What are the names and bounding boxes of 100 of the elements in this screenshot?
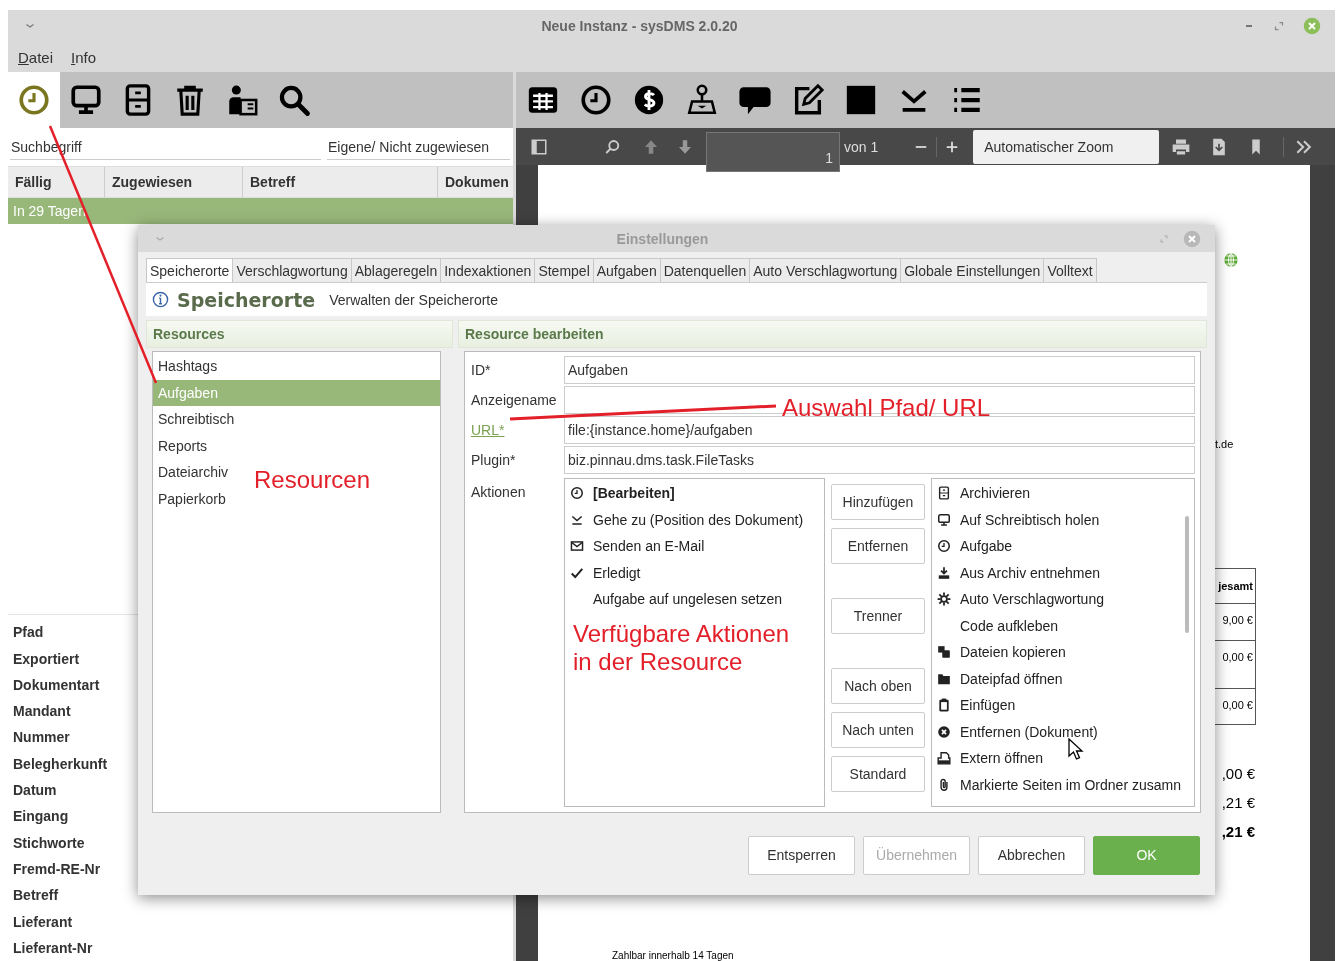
check-icon bbox=[570, 565, 584, 580]
action-button[interactable]: Nach oben bbox=[831, 668, 925, 704]
copy-icon bbox=[937, 645, 951, 660]
monitor-icon bbox=[937, 512, 951, 527]
annotation-label: Resourcen bbox=[254, 466, 371, 494]
list-item[interactable]: Archivieren bbox=[960, 485, 1031, 502]
dialog-button[interactable]: Entsperren bbox=[748, 835, 855, 875]
sidebar-icon[interactable] bbox=[530, 137, 548, 156]
clock-icon bbox=[17, 83, 51, 117]
list-item[interactable]: [Bearbeiten] bbox=[593, 485, 675, 502]
list-item[interactable]: Code aufkleben bbox=[960, 617, 1059, 634]
field-label: Eingang bbox=[13, 807, 70, 827]
list-item[interactable]: Einfügen bbox=[960, 697, 1016, 714]
text-field[interactable]: file:{instance.home}/aufgaben bbox=[564, 416, 1195, 444]
total-amount: ,00 € bbox=[1221, 765, 1255, 784]
clock-icon bbox=[570, 486, 584, 501]
field-label: Anzeigename bbox=[471, 392, 558, 408]
list-item[interactable]: Dateiarchiv bbox=[153, 459, 233, 486]
column-header[interactable]: Zugewiesen bbox=[105, 167, 243, 197]
group-header: Resources bbox=[146, 320, 453, 348]
clock-icon bbox=[937, 539, 951, 554]
dialog-button[interactable]: Abbrechen bbox=[978, 835, 1085, 875]
tab[interactable]: Aufgaben bbox=[592, 258, 661, 282]
scrollbar-thumb[interactable] bbox=[1185, 516, 1189, 633]
list-item[interactable]: Reports bbox=[153, 432, 212, 459]
field-label: ID* bbox=[471, 362, 492, 378]
arrow-down-icon[interactable] bbox=[676, 137, 694, 156]
action-button[interactable]: Hinzufügen bbox=[831, 484, 925, 520]
field-label: Dokumentart bbox=[13, 675, 101, 695]
menu-item[interactable]: Datei bbox=[18, 48, 54, 66]
list-item[interactable]: Aufgabe auf ungelesen setzen bbox=[593, 591, 783, 608]
field-label: Datum bbox=[13, 781, 58, 801]
action-button[interactable]: Trenner bbox=[831, 598, 925, 634]
tab[interactable]: Globale Einstellungen bbox=[900, 258, 1045, 282]
list-item[interactable]: Aufgabe bbox=[960, 538, 1013, 555]
page-heading: Speicherorte bbox=[177, 288, 316, 311]
tab[interactable]: Datenquellen bbox=[659, 258, 751, 282]
action-button[interactable]: Nach unten bbox=[831, 712, 925, 748]
tab[interactable]: Speicherorte bbox=[146, 258, 234, 282]
clipboard-icon bbox=[937, 698, 951, 713]
group-header: Resource bearbeiten bbox=[458, 320, 1207, 348]
field-label: Belegherkunft bbox=[13, 754, 109, 774]
field-label: Exportiert bbox=[13, 649, 81, 669]
text-field[interactable]: Aufgaben bbox=[564, 356, 1195, 384]
document-text: t.de bbox=[1215, 438, 1234, 450]
clock-icon bbox=[578, 83, 613, 117]
list-item[interactable]: Aus Archiv entnehmen bbox=[960, 564, 1101, 581]
window-title: Neue Instanz - sysDMS 2.0.20 bbox=[540, 18, 739, 34]
table-cell-text: In 29 Tagen bbox=[12, 202, 87, 221]
list-item[interactable]: Entfernen (Dokument) bbox=[960, 723, 1098, 740]
mail-icon bbox=[570, 539, 584, 554]
total-amount: ,21 € bbox=[1221, 794, 1255, 813]
list-item[interactable]: Senden an E-Mail bbox=[593, 538, 705, 555]
field-label: Aktionen bbox=[471, 483, 527, 502]
tab[interactable]: Verschlagwortung bbox=[232, 258, 352, 282]
list-item[interactable]: Dateien kopieren bbox=[960, 644, 1066, 661]
column-header[interactable]: Betreff bbox=[243, 167, 438, 197]
field-label: Stichworte bbox=[13, 833, 86, 853]
field-label: Fremd-RE-Nr bbox=[13, 859, 102, 879]
field-label: Lieferant bbox=[13, 912, 74, 932]
dialog-title: Einstellungen bbox=[615, 230, 710, 247]
action-button[interactable]: Entfernen bbox=[831, 528, 925, 564]
field-label: Betreff bbox=[13, 886, 60, 906]
list-item[interactable]: Erledigt bbox=[593, 564, 641, 581]
list-item[interactable]: Auf Schreibtisch holen bbox=[960, 511, 1100, 528]
annotation-label: Verfügbare Aktionen in der Resource bbox=[573, 620, 791, 676]
menu-item[interactable]: Info bbox=[71, 48, 97, 66]
column-header[interactable]: Fällig bbox=[8, 167, 105, 197]
field-label: Plugin* bbox=[471, 452, 517, 468]
zoom-select[interactable]: Automatischer Zoom bbox=[973, 129, 1160, 164]
list-item[interactable]: Auto Verschlagwortung bbox=[960, 591, 1104, 608]
paperclip-icon bbox=[937, 777, 951, 792]
tab[interactable]: Volltext bbox=[1043, 258, 1097, 282]
tab[interactable]: Auto Verschlagwortung bbox=[749, 258, 902, 282]
text-field[interactable] bbox=[564, 386, 1195, 414]
page-number-field[interactable]: 1 bbox=[706, 132, 840, 172]
list-item[interactable]: Schreibtisch bbox=[153, 406, 239, 433]
field-label: Mandant bbox=[13, 702, 72, 722]
remove-icon bbox=[937, 724, 951, 739]
list-item[interactable]: Gehe zu (Position des Dokument) bbox=[593, 511, 804, 528]
monitor-icon bbox=[69, 83, 103, 117]
cabinet-icon bbox=[937, 486, 951, 501]
restore-icon[interactable] bbox=[1273, 20, 1285, 32]
list-item[interactable]: Hashtags bbox=[153, 353, 222, 380]
tab[interactable]: Stempel bbox=[534, 258, 594, 282]
document-text: Zahlbar innerhalb 14 Tagen bbox=[612, 950, 734, 961]
zoom-in-icon[interactable] bbox=[945, 139, 960, 154]
page-count: von 1 bbox=[844, 138, 879, 155]
list-item[interactable]: Dateipfad öffnen bbox=[960, 670, 1063, 687]
action-button[interactable]: Standard bbox=[831, 756, 925, 792]
list-item[interactable]: Markierte Seiten im Ordner zusamn bbox=[960, 776, 1181, 793]
search-icon bbox=[277, 83, 311, 117]
gear-icon bbox=[937, 592, 951, 607]
search-icon[interactable] bbox=[604, 137, 622, 156]
list-item[interactable]: Papierkorb bbox=[153, 485, 230, 512]
field-label: Pfad bbox=[13, 623, 45, 643]
page-subheading: Verwalten der Speicherorte bbox=[329, 291, 498, 308]
tab[interactable]: Ablageregeln bbox=[350, 258, 442, 282]
list-item[interactable]: Extern öffnen bbox=[960, 750, 1044, 767]
text-field[interactable]: biz.pinnau.dms.task.FileTasks bbox=[564, 446, 1195, 474]
